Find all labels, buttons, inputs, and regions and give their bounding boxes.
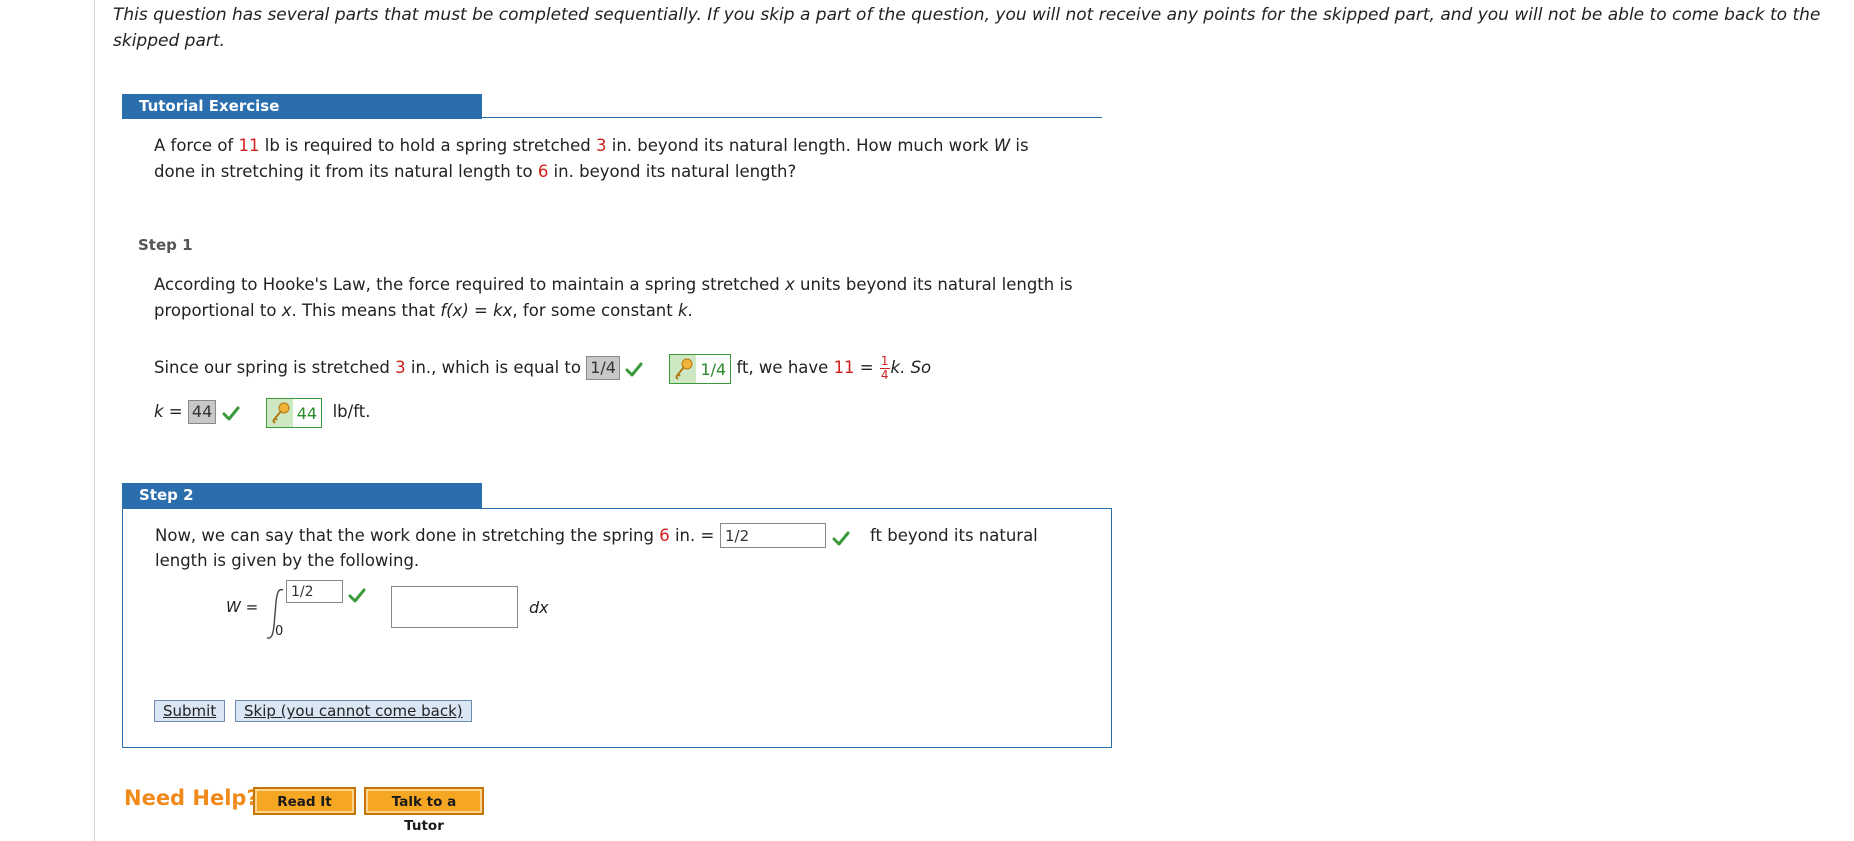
ft-value-input[interactable] [720,523,826,548]
step-2-text-line2: length is given by the following. [155,551,420,570]
correct-check-icon [348,588,366,603]
skip-button[interactable]: Skip (you cannot come back) [235,700,472,722]
need-help-label: Need Help? [124,786,259,810]
step-2-text-line1: Now, we can say that the work done in st… [155,526,715,545]
dx-label: dx [529,598,549,617]
instructions-text: This question has several parts that mus… [113,5,1821,51]
submit-button[interactable]: Submit [154,700,226,722]
target-value: 6 [537,162,549,181]
tutorial-exercise-header: Tutorial Exercise [122,94,482,119]
one-quarter-fraction: 14 [879,354,890,382]
step-2-header: Step 2 [122,483,482,508]
problem-statement: A force of 11 lb is required to hold a s… [154,136,1029,181]
submitted-answer-ft: 1/4 [586,356,620,380]
correct-check-icon [832,531,850,546]
answer-key-ft[interactable]: 1/4 [669,353,732,384]
key-icon [670,354,697,383]
answer-key-k[interactable]: 44 [265,397,323,428]
left-border-rule [94,0,95,841]
hookes-law-text: According to Hooke's Law, the force requ… [154,275,1073,320]
step-1-conversion-line: Since our spring is stretched 3 in., whi… [154,353,932,384]
force-value: 11 [238,136,260,155]
lower-limit: 0 [275,624,284,639]
step-1-k-line: k = 44 44 lb/ft. [154,397,754,428]
step-1-label: Step 1 [138,236,193,254]
submitted-answer-k: 44 [187,400,217,424]
work-label: W = [226,598,259,616]
stretch-value: 3 [595,136,607,155]
read-it-button[interactable]: Read It [253,787,356,815]
talk-to-tutor-button[interactable]: Talk to a Tutor [364,787,484,834]
integrand-input[interactable] [391,586,518,628]
tutorial-header-rule [122,117,1102,118]
correct-check-icon [222,406,239,420]
upper-limit-input[interactable] [286,580,343,603]
correct-check-icon [625,362,643,376]
key-icon [266,398,293,427]
step-2-text-after-input: ft beyond its natural [870,526,1038,545]
